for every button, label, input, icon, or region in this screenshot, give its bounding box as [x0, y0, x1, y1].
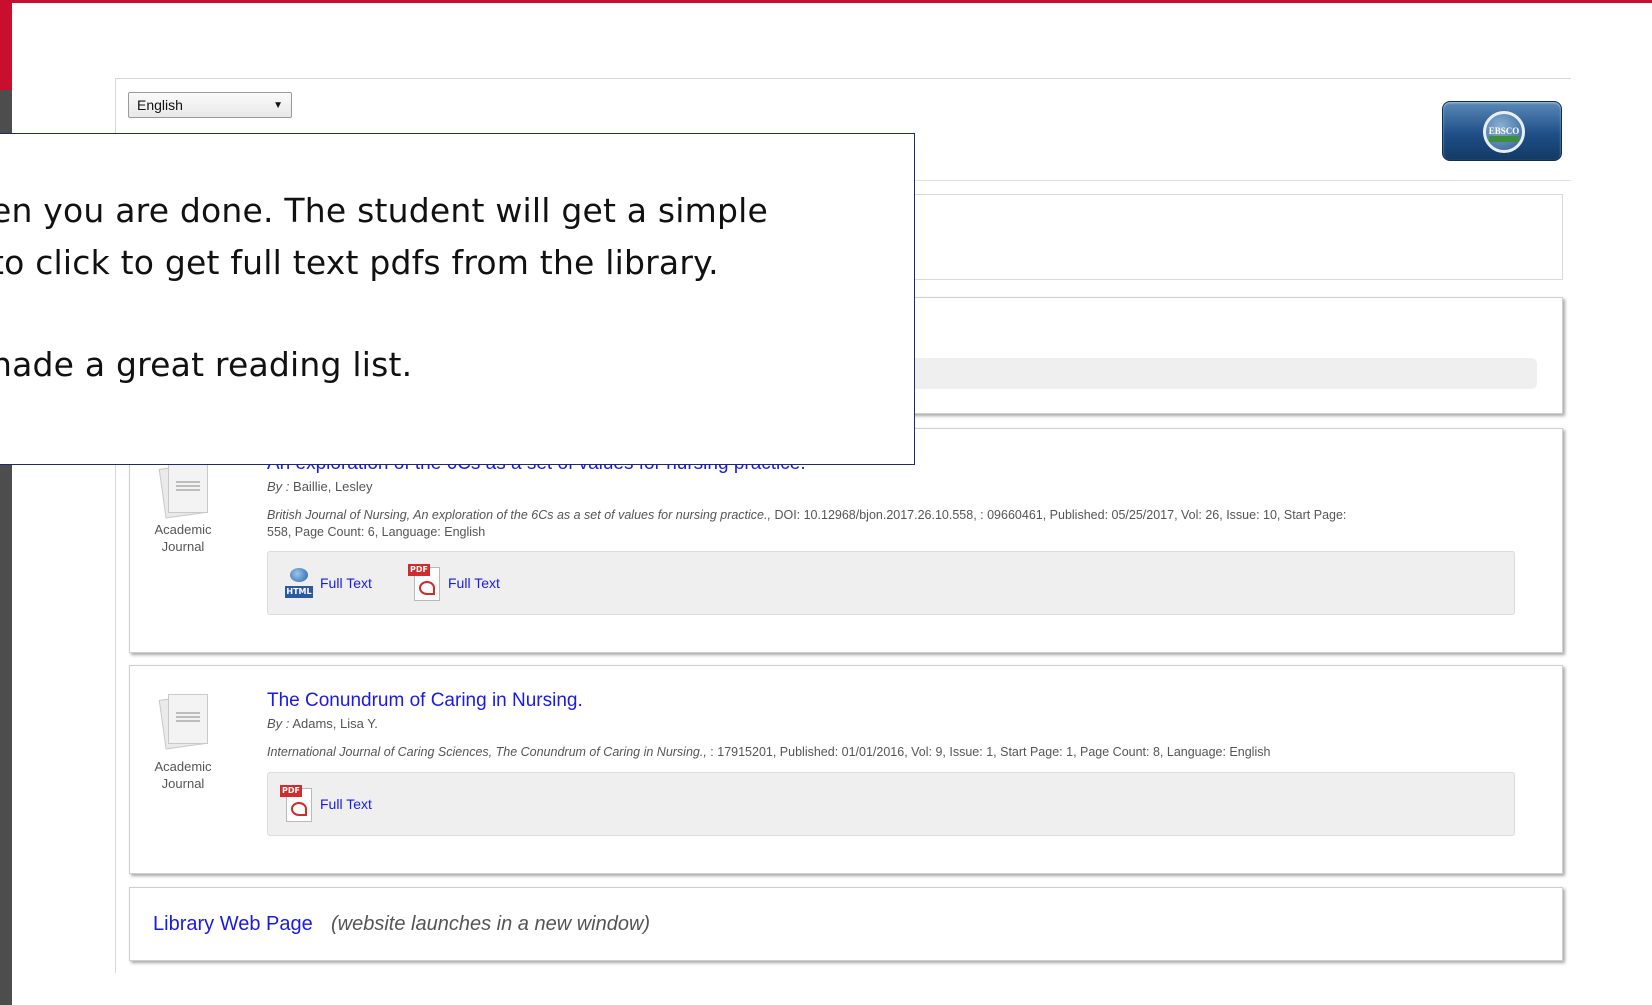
language-select[interactable]: English ▼	[128, 92, 292, 118]
full-text-links: PDF Full Text	[267, 772, 1515, 836]
html-full-text-link[interactable]: HTML Full Text	[284, 566, 372, 600]
result-type: Academic Journal	[154, 522, 212, 554]
document-icon	[154, 463, 212, 519]
window-top-border	[0, 0, 1652, 3]
pdf-icon: PDF	[406, 564, 442, 602]
library-web-page-box: Library Web Page (website launches in a …	[129, 887, 1563, 961]
result-type: Academic Journal	[154, 759, 212, 791]
library-web-page-note: (website launches in a new window)	[331, 913, 651, 935]
ebsco-logo[interactable]: EBSCO	[1442, 101, 1562, 161]
full-text-links: HTML Full Text PDF Full Text	[267, 551, 1515, 615]
callout-line-1: en you are done. The student will get a …	[0, 191, 769, 230]
result-item: Academic Journal The Conundrum of Caring…	[129, 665, 1563, 874]
result-title-link[interactable]: The Conundrum of Caring in Nursing.	[267, 690, 583, 712]
window-left-accent	[0, 0, 12, 90]
result-metadata: British Journal of Nursing, An explorati…	[267, 508, 1347, 539]
html-icon: HTML	[284, 566, 314, 600]
pdf-full-text-link[interactable]: PDF Full Text	[278, 785, 372, 823]
pdf-icon: PDF	[278, 785, 314, 823]
result-author: By : Adams, Lisa Y.	[267, 716, 378, 731]
search-summary-bar	[875, 358, 1537, 389]
language-select-value: English	[137, 97, 183, 113]
annotation-callout: en you are done. The student will get a …	[0, 133, 915, 465]
result-author: By : Baillie, Lesley	[267, 479, 373, 494]
globe-icon: EBSCO	[1483, 111, 1525, 153]
chevron-down-icon: ▼	[273, 99, 283, 111]
logo-text: EBSCO	[1488, 126, 1520, 136]
result-metadata: International Journal of Caring Sciences…	[267, 745, 1271, 759]
library-web-page-link[interactable]: Library Web Page	[153, 913, 313, 936]
callout-line-3: nade a great reading list.	[0, 345, 413, 384]
callout-line-2: to click to get full text pdfs from the …	[0, 243, 719, 282]
document-icon	[154, 694, 212, 750]
pdf-full-text-link[interactable]: PDF Full Text	[406, 564, 500, 602]
